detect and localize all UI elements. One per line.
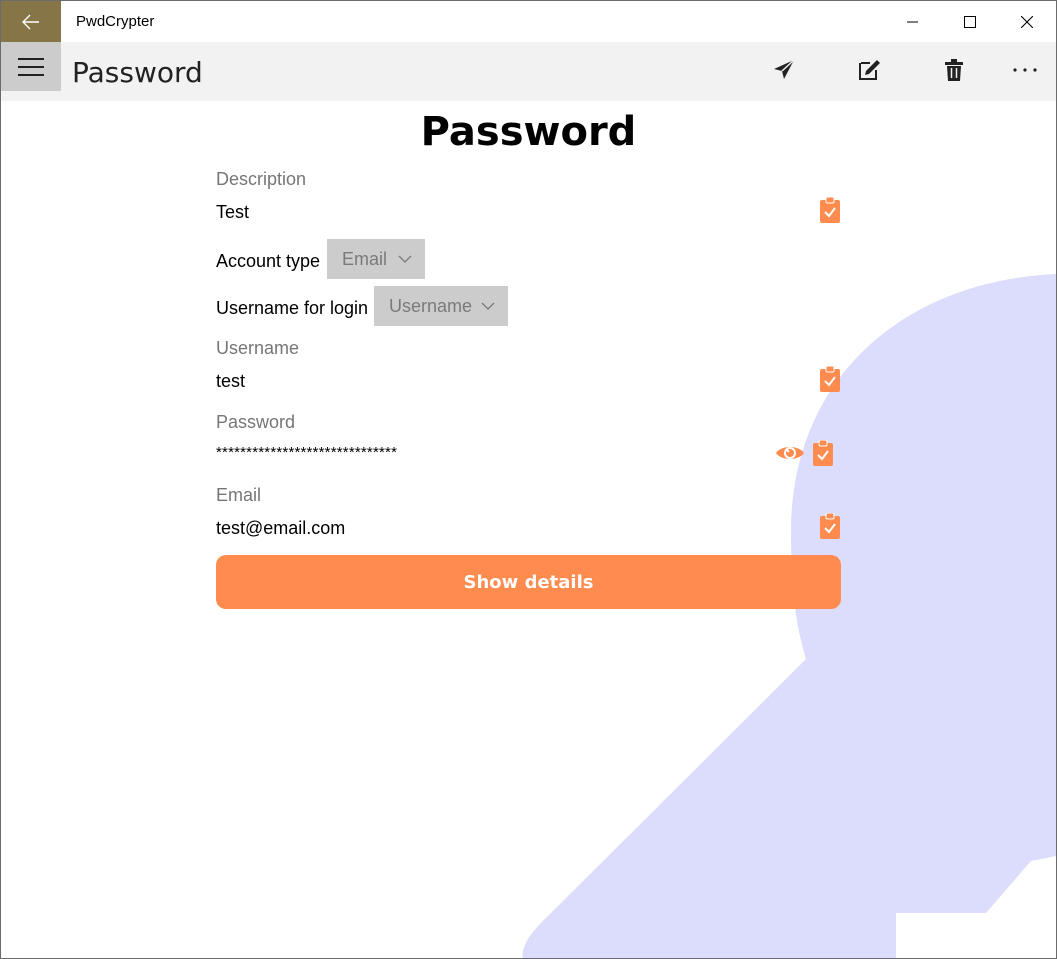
account-type-label: Account type — [216, 251, 321, 271]
page-title: Password — [72, 56, 203, 89]
clipboard-check-icon — [820, 197, 840, 223]
copy-description-button[interactable] — [818, 196, 842, 224]
copy-password-button[interactable] — [811, 439, 835, 467]
close-button[interactable] — [1004, 1, 1050, 42]
maximize-button[interactable] — [947, 1, 993, 42]
send-icon — [774, 59, 795, 79]
password-value: ****************************** — [216, 444, 398, 461]
more-button[interactable] — [1003, 48, 1047, 92]
send-button[interactable] — [762, 48, 806, 92]
hamburger-icon — [18, 57, 44, 76]
chevron-down-icon — [398, 255, 412, 263]
delete-button[interactable] — [932, 48, 976, 92]
app-title: PwdCrypter — [76, 13, 155, 30]
clipboard-check-icon — [820, 366, 840, 392]
minimize-icon — [907, 21, 918, 22]
username-value: test — [216, 371, 246, 391]
title-bar: PwdCrypter — [1, 1, 1056, 42]
email-value: test@email.com — [216, 518, 346, 538]
password-detail: Password Description Test Account type E… — [1, 101, 1056, 958]
account-type-value: Email — [342, 248, 388, 269]
username-for-login-value: Username — [389, 295, 473, 316]
minimize-button[interactable] — [890, 1, 936, 42]
description-label: Description — [216, 169, 307, 189]
chevron-down-icon — [481, 302, 495, 310]
username-for-login-label: Username for login — [216, 298, 369, 318]
show-password-button[interactable] — [775, 439, 805, 467]
copy-email-button[interactable] — [818, 512, 842, 540]
eye-icon — [776, 447, 804, 459]
more-icon — [1013, 68, 1037, 72]
back-button[interactable] — [1, 1, 61, 42]
email-label: Email — [216, 485, 262, 505]
close-icon — [1021, 15, 1033, 28]
username-for-login-select[interactable]: Username — [374, 286, 508, 326]
command-bar: Password — [1, 42, 1056, 101]
username-label: Username — [216, 338, 300, 358]
description-value: Test — [216, 202, 250, 222]
edit-icon — [859, 60, 880, 80]
clipboard-check-icon — [813, 440, 833, 466]
menu-button[interactable] — [1, 42, 61, 91]
form-heading: Password — [420, 109, 637, 155]
edit-button[interactable] — [847, 48, 891, 92]
maximize-icon — [964, 15, 976, 28]
password-label: Password — [216, 412, 296, 432]
app-window: PwdCrypter Password Password Description… — [0, 0, 1057, 959]
copy-username-button[interactable] — [818, 365, 842, 393]
trash-icon — [945, 59, 963, 81]
arrow-left-icon — [22, 14, 39, 29]
clipboard-check-icon — [820, 513, 840, 539]
show-details-button[interactable]: Show details — [216, 555, 841, 609]
account-type-select[interactable]: Email — [327, 239, 425, 279]
